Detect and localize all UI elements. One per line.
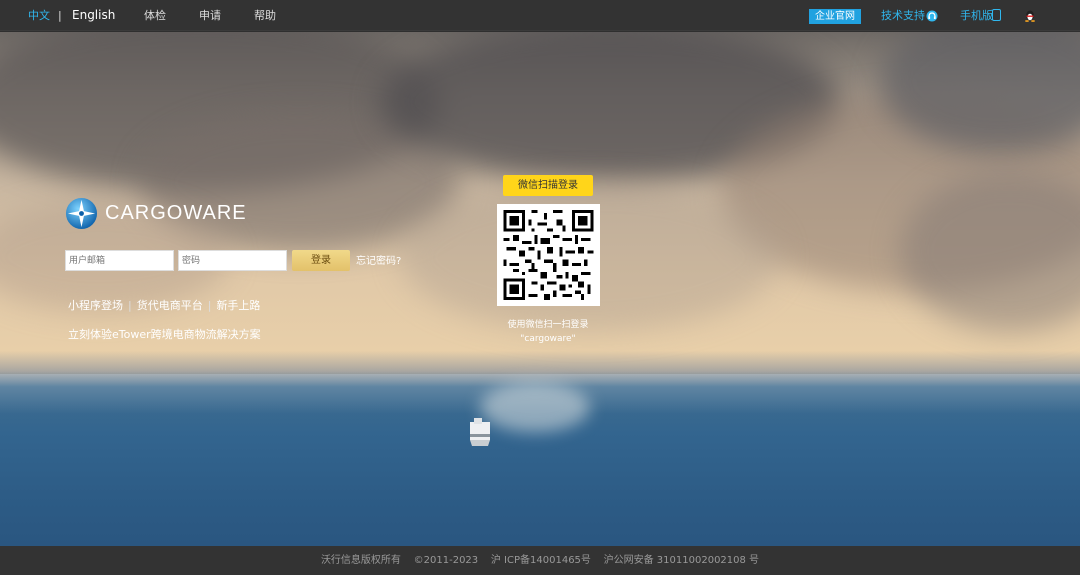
username-input[interactable] — [65, 250, 174, 271]
etower-promo-link[interactable]: 立刻体验eTower跨境电商物流解决方案 — [68, 326, 261, 342]
qq-penguin-icon[interactable] — [1024, 9, 1036, 22]
forgot-password-link[interactable]: 忘记密码? — [356, 252, 401, 267]
link-separator: | — [128, 299, 132, 312]
nav-link-apply[interactable]: 申请 — [199, 0, 221, 31]
wechat-scan-login-button[interactable]: 微信扫描登录 — [503, 175, 593, 196]
wechat-qr-code — [497, 204, 600, 306]
compass-star-icon — [65, 197, 98, 229]
mobile-version-link[interactable]: 手机版 — [960, 0, 993, 31]
qr-caption-line2: "cargoware" — [520, 334, 576, 344]
password-input[interactable] — [178, 250, 287, 271]
nav-link-help[interactable]: 帮助 — [254, 0, 276, 31]
lang-separator: | — [58, 9, 62, 22]
headset-icon[interactable] — [926, 10, 938, 22]
link-forwarder-ecommerce[interactable]: 货代电商平台 — [137, 299, 203, 312]
lang-english-link[interactable]: English — [72, 0, 115, 31]
nav-link-trial[interactable]: 体检 — [144, 0, 166, 31]
lang-chinese-link[interactable]: 中文 — [28, 0, 50, 31]
ship-smoke — [480, 382, 590, 432]
qr-code-image — [503, 210, 594, 300]
ship-image — [470, 418, 490, 446]
login-button[interactable]: 登录 — [292, 250, 350, 271]
tech-support-link[interactable]: 技术支持 — [881, 0, 925, 31]
quick-links: 小程序登场 | 货代电商平台 | 新手上路 — [68, 297, 260, 313]
cargoware-logo: CARGOWARE — [65, 196, 247, 230]
qr-caption-line1: 使用微信扫一扫登录 — [507, 320, 589, 330]
logo-text: CARGOWARE — [105, 201, 247, 224]
footer-copyright: 沃行信息版权所有 ©2011-2023 沪 ICP备14001465号 沪公网安… — [0, 546, 1080, 575]
qr-caption: 使用微信扫一扫登录 "cargoware" — [498, 318, 598, 346]
company-site-button[interactable]: 企业官网 — [809, 9, 861, 24]
link-getting-started[interactable]: 新手上路 — [216, 299, 260, 312]
link-separator: | — [207, 299, 212, 312]
link-mini-program[interactable]: 小程序登场 — [68, 299, 123, 312]
top-bar: 中文 | English 体检 申请 帮助 企业官网 技术支持 手机版 — [0, 0, 1080, 31]
phone-icon[interactable] — [992, 9, 1001, 21]
